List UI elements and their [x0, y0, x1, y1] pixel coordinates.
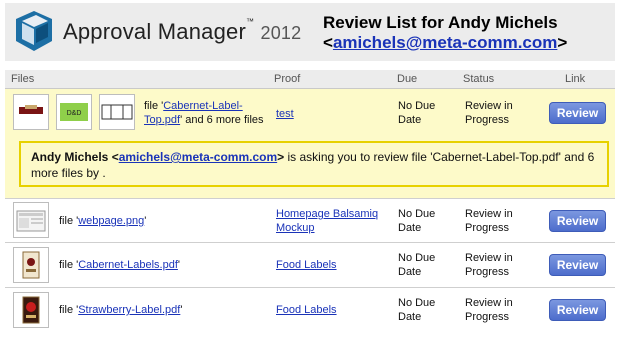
file-suffix: ' [177, 259, 181, 271]
status-text: Review in Progress [465, 252, 513, 278]
column-status: Status [463, 73, 495, 85]
app-name: Approval Manager [63, 19, 246, 44]
file-cell: file 'Cabernet-Labels.pdf' [59, 258, 180, 272]
file-suffix: ' [180, 304, 183, 316]
user-email-link[interactable]: amichels@meta-comm.com [333, 33, 557, 52]
file-thumbnail[interactable] [13, 247, 49, 283]
app-logo-icon [16, 11, 52, 51]
file-suffix: ' and 6 more files [180, 114, 264, 126]
review-button[interactable]: Review [549, 102, 606, 124]
review-button[interactable]: Review [549, 210, 606, 232]
status-text: Review in Progress [465, 208, 513, 234]
file-cell: file 'webpage.png' [59, 214, 146, 228]
app-title: Approval Manager™ 2012 [63, 17, 302, 45]
label-thumbnail-icon [19, 105, 43, 114]
proof-cell: test [276, 107, 294, 121]
status-text: Review in Progress [465, 297, 513, 323]
review-list-title: Review List for Andy Michels [323, 13, 558, 32]
table-header: Files Proof Due Status Link [5, 70, 615, 89]
webpage-thumbnail-icon [16, 210, 46, 232]
file-thumbnail[interactable]: D&D [56, 94, 92, 130]
proof-link[interactable]: Food Labels [276, 259, 337, 271]
label-thumbnail-icon: D&D [60, 103, 88, 121]
due-date: No Due Date [398, 252, 436, 278]
file-prefix: file ' [59, 304, 79, 316]
review-table: Files Proof Due Status Link D&D file 'Ca… [5, 70, 615, 328]
review-button[interactable]: Review [549, 254, 606, 276]
svg-text:D&D: D&D [67, 110, 82, 117]
app-year: 2012 [260, 23, 302, 43]
requester-email-link[interactable]: amichels@meta-comm.com [119, 150, 277, 164]
file-thumbnail[interactable] [13, 202, 49, 238]
file-link[interactable]: Strawberry-Label.pdf [78, 304, 180, 316]
file-thumbnail[interactable] [99, 94, 135, 130]
table-row: file 'webpage.png' Homepage Balsamiq Moc… [5, 199, 615, 243]
file-prefix: file ' [59, 259, 79, 271]
requester-name: Andy Michels [31, 150, 109, 164]
column-due: Due [397, 73, 418, 85]
table-row: D&D file 'Cabernet-Label-Top.pdf' and 6 … [5, 89, 615, 199]
file-thumbnail[interactable] [13, 292, 49, 328]
proof-link[interactable]: Homepage Balsamiq Mockup [276, 208, 378, 234]
file-prefix: file ' [144, 100, 164, 112]
proof-link[interactable]: test [276, 108, 294, 120]
file-prefix: file ' [59, 215, 79, 227]
trademark-symbol: ™ [245, 17, 255, 26]
file-thumbnail[interactable] [13, 94, 49, 130]
proof-cell: Food Labels [276, 258, 337, 272]
wine-label-thumbnail-icon [22, 296, 40, 324]
proof-link[interactable]: Food Labels [276, 304, 337, 316]
page-title: Review List for Andy Michels <amichels@m… [323, 13, 567, 53]
due-date: No Due Date [398, 208, 436, 234]
bracket-open: < [108, 150, 119, 164]
proof-cell: Food Labels [276, 303, 337, 317]
review-request-message: Andy Michels <amichels@meta-comm.com> is… [19, 141, 609, 187]
proof-cell: Homepage Balsamiq Mockup [276, 207, 386, 235]
file-link[interactable]: Cabernet-Labels.pdf [78, 259, 178, 271]
column-files: Files [11, 73, 35, 85]
table-row: file 'Strawberry-Label.pdf' Food Labels … [5, 288, 615, 333]
wine-label-thumbnail-icon [22, 251, 40, 279]
app-header: Approval Manager™ 2012 Review List for A… [5, 3, 615, 61]
label-thumbnail-icon [101, 104, 133, 120]
bracket-open: < [323, 33, 333, 52]
status-text: Review in Progress [465, 100, 513, 126]
table-row: file 'Cabernet-Labels.pdf' Food Labels N… [5, 243, 615, 288]
review-button[interactable]: Review [549, 299, 606, 321]
due-date: No Due Date [398, 100, 436, 126]
column-link: Link [565, 73, 586, 85]
file-cell: file 'Strawberry-Label.pdf' [59, 303, 182, 317]
file-suffix: ' [144, 215, 147, 227]
due-date: No Due Date [398, 297, 436, 323]
column-proof: Proof [274, 73, 301, 85]
bracket-close: > [557, 33, 568, 52]
file-cell: file 'Cabernet-Label-Top.pdf' and 6 more… [144, 99, 269, 127]
file-link[interactable]: webpage.png [78, 215, 144, 227]
